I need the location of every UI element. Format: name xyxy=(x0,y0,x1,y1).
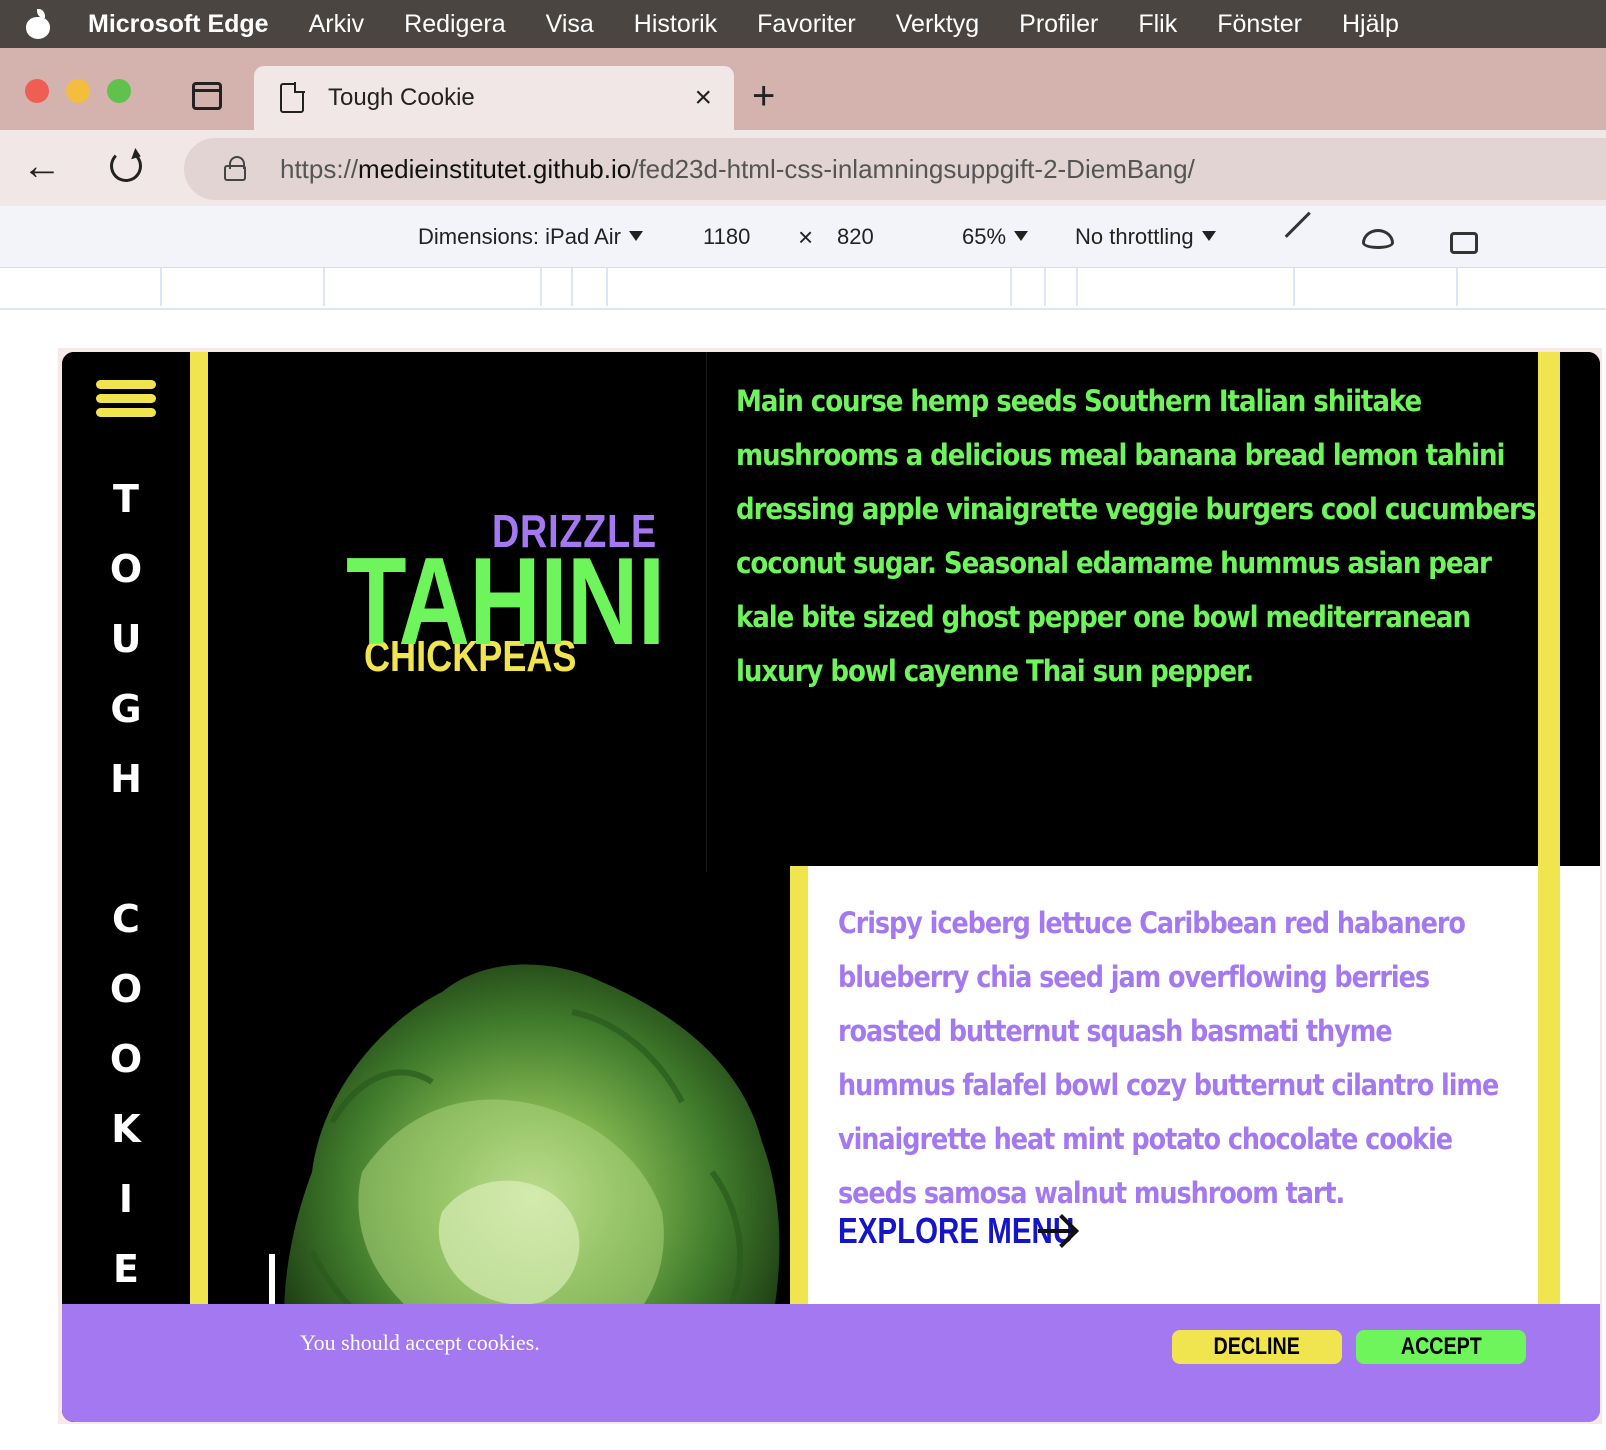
dimensions-dropdown[interactable]: Dimensions: iPad Air xyxy=(418,224,643,250)
eye-icon[interactable] xyxy=(1362,229,1394,249)
close-window-button[interactable] xyxy=(25,79,49,103)
brand-vertical-title: T O U G H C O O K I E xyxy=(62,464,190,1304)
menu-item-flik[interactable]: Flik xyxy=(1138,10,1177,39)
brand-letter: O xyxy=(109,547,143,591)
column-divider xyxy=(706,352,707,872)
menu-item-hjalp[interactable]: Hjälp xyxy=(1342,10,1399,39)
website-viewport: T O U G H C O O K I E DRIZZLE CHICKPEAS … xyxy=(62,352,1600,1422)
address-bar[interactable]: https://medieinstitutet.github.io/fed23d… xyxy=(184,138,1606,200)
accept-button[interactable]: ACCEPT xyxy=(1356,1330,1526,1364)
minimize-window-button[interactable] xyxy=(66,79,90,103)
decline-button[interactable]: DECLINE xyxy=(1172,1330,1342,1364)
brand-letter: O xyxy=(109,967,143,1011)
menu-item-favoriter[interactable]: Favoriter xyxy=(757,10,856,39)
explore-menu-label[interactable]: EXPLORE MENU xyxy=(838,1210,1074,1252)
menu-app-name[interactable]: Microsoft Edge xyxy=(88,10,269,39)
apple-logo-icon[interactable] xyxy=(24,9,52,39)
arrow-right-icon[interactable] xyxy=(1038,1214,1080,1248)
close-tab-icon[interactable]: × xyxy=(694,81,712,115)
cookie-message: You should accept cookies. xyxy=(300,1330,540,1355)
menu-item-arkiv[interactable]: Arkiv xyxy=(309,10,365,39)
tab-strip xyxy=(0,48,1606,130)
menu-item-profiler[interactable]: Profiler xyxy=(1019,10,1098,39)
times-sign: × xyxy=(798,222,814,252)
brand-letter: I xyxy=(118,1177,134,1221)
explore-menu-link[interactable]: EXPLORE MENU xyxy=(838,1210,1080,1252)
brand-letter: C xyxy=(112,897,140,941)
side-navigation: T O U G H C O O K I E xyxy=(62,352,190,1422)
brand-letter: U xyxy=(110,617,142,661)
brand-letter: H xyxy=(110,757,142,801)
tab-title: Tough Cookie xyxy=(328,84,475,111)
cookie-banner: You should accept cookies. DECLINE ACCEP… xyxy=(62,1304,1600,1422)
card-paragraph: Crispy iceberg lettuce Caribbean red hab… xyxy=(838,906,1499,1210)
lock-icon[interactable] xyxy=(224,156,246,181)
menu-item-fonster[interactable]: Fönster xyxy=(1217,10,1302,39)
hamburger-menu-icon[interactable] xyxy=(96,380,156,422)
brand-letter: G xyxy=(110,687,142,731)
hero-word-tahini: TAHINI xyxy=(346,533,665,671)
throttling-dropdown[interactable]: No throttling xyxy=(1075,224,1216,250)
intro-paragraph: Main course hemp seeds Southern Italian … xyxy=(736,384,1536,688)
brand-letter: E xyxy=(113,1247,139,1291)
zoom-dropdown[interactable]: 65% xyxy=(962,224,1029,250)
brand-letter: O xyxy=(109,1037,143,1081)
accent-stripe xyxy=(190,352,208,1422)
tab-actions-icon[interactable] xyxy=(192,82,222,110)
new-tab-button[interactable]: + xyxy=(752,74,775,118)
page-icon xyxy=(280,82,305,113)
zoom-window-button[interactable] xyxy=(107,79,131,103)
menu-item-redigera[interactable]: Redigera xyxy=(404,10,505,39)
height-input[interactable]: 820 xyxy=(837,224,874,250)
reload-icon[interactable] xyxy=(110,150,142,182)
brand-letter: T xyxy=(113,477,139,521)
macos-menu-bar: Microsoft Edge Arkiv Redigera Visa Histo… xyxy=(0,0,1606,48)
menu-item-verktyg[interactable]: Verktyg xyxy=(896,10,979,39)
media-query-ruler[interactable] xyxy=(0,268,1606,310)
menu-item-historik[interactable]: Historik xyxy=(634,10,717,39)
brand-letter: K xyxy=(111,1107,141,1151)
menu-item-visa[interactable]: Visa xyxy=(546,10,594,39)
tab-tough-cookie[interactable]: Tough Cookie × xyxy=(254,66,734,130)
back-arrow-icon[interactable]: ← xyxy=(22,146,62,186)
url-text: https://medieinstitutet.github.io/fed23d… xyxy=(280,153,1195,184)
rotate-device-icon[interactable] xyxy=(1450,232,1478,254)
width-input[interactable]: 1180 xyxy=(703,224,750,250)
